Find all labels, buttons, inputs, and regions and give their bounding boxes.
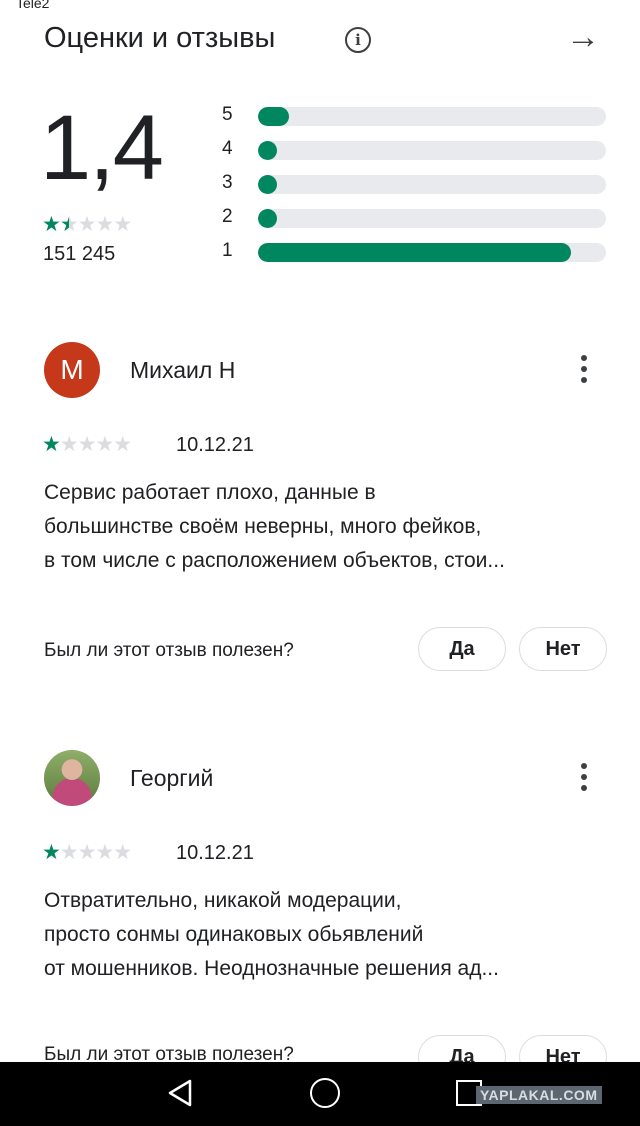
distribution-track <box>258 209 606 228</box>
star-icon: ★★★★ <box>59 433 132 456</box>
distribution-row-4: 4 <box>222 138 612 172</box>
review-author: Георгий <box>130 765 214 791</box>
header: Оценки и отзывы i → <box>0 14 640 74</box>
system-nav-bar: YAPLAKAL.COM <box>0 1062 640 1126</box>
rating-distribution: 5 4 3 2 1 <box>222 104 612 274</box>
distribution-label: 2 <box>222 206 233 227</box>
info-icon[interactable]: i <box>345 27 371 53</box>
star-icon: ★★★★ <box>59 841 132 864</box>
star-icon: ★ <box>113 213 132 236</box>
distribution-row-3: 3 <box>222 172 612 206</box>
distribution-label: 5 <box>222 104 233 125</box>
distribution-track <box>258 243 606 262</box>
status-bar: Tele2 <box>0 0 640 14</box>
average-rating-stars: ★★★★★ <box>42 212 132 237</box>
half-star-icon: ★ <box>59 213 79 236</box>
review-text[interactable]: Отвратительно, никакой модерации, просто… <box>44 884 608 986</box>
star-icon: ★ <box>42 433 61 456</box>
distribution-fill <box>258 107 290 126</box>
review-date: 10.12.21 <box>176 842 254 864</box>
helpful-no-button[interactable]: Нет <box>519 627 607 671</box>
rating-summary: 1,4 ★★★★★ 151 245 5 4 3 2 1 <box>0 90 640 280</box>
distribution-track <box>258 175 606 194</box>
home-icon[interactable] <box>310 1078 340 1108</box>
distribution-fill <box>258 175 277 194</box>
review-text-line: от мошенников. Неоднозначные решения ад.… <box>44 957 499 980</box>
distribution-fill <box>258 243 572 262</box>
review-text[interactable]: Сервис работает плохо, данные в большинс… <box>44 476 608 578</box>
distribution-row-2: 2 <box>222 206 612 240</box>
review-stars: ★★★★★ <box>42 432 132 457</box>
distribution-track <box>258 107 606 126</box>
review-text-line: просто сонмы одинаковых обьявлений <box>44 923 424 946</box>
distribution-track <box>258 141 606 160</box>
review-date: 10.12.21 <box>176 434 254 456</box>
helpful-yes-button[interactable]: Да <box>418 627 506 671</box>
distribution-label: 3 <box>222 172 233 193</box>
helpful-question: Был ли этот отзыв полезен? <box>44 640 294 661</box>
distribution-fill <box>258 209 277 228</box>
rating-count: 151 245 <box>43 243 116 265</box>
more-vert-icon[interactable] <box>572 760 596 796</box>
star-icon: ★ <box>77 213 97 236</box>
review-author: Михаил Н <box>130 357 236 383</box>
review-text-line: большинстве своём неверны, много фейков, <box>44 515 482 538</box>
watermark: YAPLAKAL.COM <box>476 1086 602 1104</box>
average-rating: 1,4 <box>40 97 164 199</box>
review-text-line: Сервис работает плохо, данные в <box>44 481 376 504</box>
page-title: Оценки и отзывы <box>44 22 276 54</box>
distribution-row-1: 1 <box>222 240 612 274</box>
back-icon[interactable] <box>166 1078 194 1108</box>
avatar: М <box>44 342 100 398</box>
arrow-right-icon[interactable]: → <box>566 20 600 54</box>
distribution-fill <box>258 141 277 160</box>
star-icon: ★ <box>42 213 61 236</box>
more-vert-icon[interactable] <box>572 352 596 388</box>
distribution-row-5: 5 <box>222 104 612 138</box>
avatar <box>44 750 100 806</box>
distribution-label: 1 <box>222 240 233 261</box>
review-stars: ★★★★★ <box>42 840 132 865</box>
star-icon: ★ <box>95 213 114 236</box>
carrier-name: Tele2 <box>16 0 50 11</box>
distribution-label: 4 <box>222 138 233 159</box>
star-icon: ★ <box>42 841 61 864</box>
review-text-line: Отвратительно, никакой модерации, <box>44 889 402 912</box>
review-text-line: в том числе с расположением объектов, ст… <box>44 549 505 572</box>
